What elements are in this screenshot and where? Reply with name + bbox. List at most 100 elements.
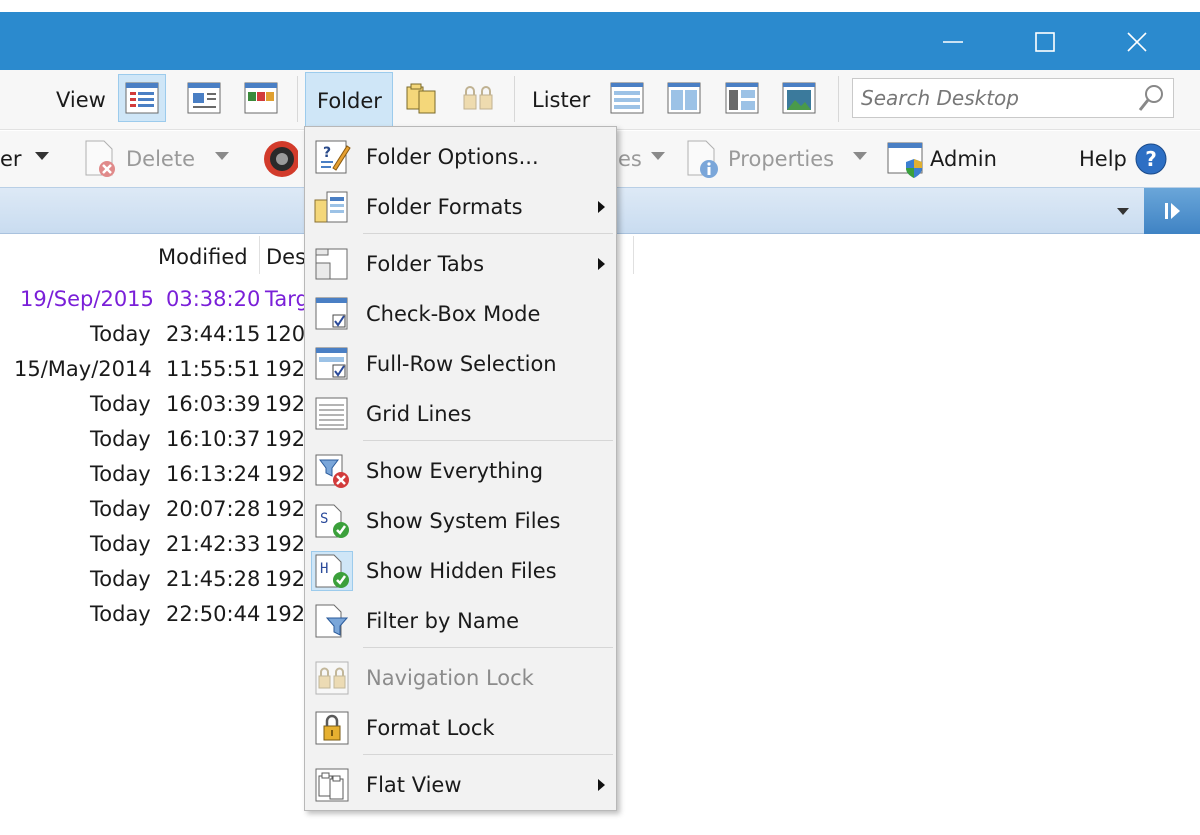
row-description: 192 [265, 532, 306, 556]
svg-text:H: H [320, 561, 328, 577]
properties-dropdown-arrow[interactable] [853, 152, 867, 160]
menu-separator [363, 233, 613, 234]
thumbnails-view-icon [244, 82, 278, 114]
search-box[interactable] [852, 78, 1174, 118]
file-row[interactable]: Today 21:45:28 192 [0, 561, 320, 596]
menu-item-grid-lines[interactable]: Grid Lines [306, 389, 615, 439]
menu-item-label: Grid Lines [366, 402, 472, 426]
delete-dropdown-arrow[interactable] [215, 152, 229, 160]
folder-dropdown-menu: ? Folder Options... Folder Formats Folde… [304, 126, 617, 811]
navigation-lock-toolbar-button[interactable] [454, 74, 502, 122]
column-header-description[interactable]: Des [266, 240, 306, 274]
delete-label: Delete [126, 147, 195, 171]
view-power-button[interactable] [180, 74, 228, 122]
view-thumbnails-button[interactable] [237, 74, 285, 122]
column-separator[interactable] [259, 236, 260, 274]
partial-left-button[interactable]: er [0, 139, 22, 179]
folder-tabs-icon [311, 244, 353, 284]
maximize-button[interactable] [1022, 24, 1068, 60]
file-row[interactable]: Today 16:03:39 192 [0, 386, 320, 421]
properties-label: Properties [728, 147, 835, 171]
lister-single-button[interactable] [603, 74, 651, 122]
close-button[interactable] [1114, 24, 1160, 60]
menu-item-format-lock[interactable]: Format Lock [306, 703, 615, 753]
menu-item-label: Show System Files [366, 509, 561, 533]
row-description: 192 [265, 567, 306, 591]
row-description: 192 [265, 497, 306, 521]
row-time: 16:10:37 [166, 427, 261, 451]
help-button[interactable]: Help ? [1079, 139, 1167, 179]
menu-item-show-system-files[interactable]: S Show System Files [306, 496, 615, 546]
menu-item-folder-options[interactable]: ? Folder Options... [306, 132, 615, 182]
toolbar-separator [514, 76, 515, 122]
file-row[interactable]: 19/Sep/2015 03:38:20 Targ [0, 281, 320, 316]
menu-item-folder-formats[interactable]: Folder Formats [306, 182, 615, 232]
menu-item-flat-view[interactable]: Flat View [306, 760, 615, 810]
folder-menu-button[interactable]: Folder [305, 72, 393, 128]
lister-tree-button[interactable] [718, 74, 766, 122]
navigation-lock-icon [311, 658, 353, 698]
flat-view-icon [311, 765, 353, 805]
view-details-button[interactable] [118, 74, 166, 122]
delete-button[interactable]: Delete [82, 139, 195, 179]
menu-item-label: Full-Row Selection [366, 352, 557, 376]
minimize-button[interactable] [930, 24, 976, 60]
view-label: View [56, 88, 106, 112]
full-row-selection-icon [311, 344, 353, 384]
format-lock-icon [311, 708, 353, 748]
file-row[interactable]: Today 16:10:37 192 [0, 421, 320, 456]
location-dropdown-arrow[interactable] [1117, 208, 1129, 215]
file-row[interactable]: Today 23:44:15 120 [0, 316, 320, 351]
folder-formats-icon [311, 187, 353, 227]
file-row[interactable]: Today 20:07:28 192 [0, 491, 320, 526]
row-date: Today [90, 322, 151, 346]
file-row[interactable]: Today 22:50:44 192 [0, 596, 320, 631]
admin-button[interactable]: Admin [886, 139, 997, 179]
properties-button[interactable]: Properties [684, 139, 834, 179]
menu-item-navigation-lock[interactable]: Navigation Lock [306, 653, 615, 703]
search-icon[interactable] [1137, 83, 1167, 113]
search-input[interactable] [853, 79, 1133, 117]
column-header-modified[interactable]: Modified [158, 240, 248, 274]
menu-item-filter-by-name[interactable]: Filter by Name [306, 596, 615, 646]
partial-middle-button[interactable]: es [618, 139, 642, 179]
row-date: Today [90, 567, 151, 591]
partial-left-dropdown-arrow[interactable] [35, 152, 49, 160]
check-box-mode-icon [311, 294, 353, 334]
row-time: 22:50:44 [166, 602, 261, 626]
partial-left-label: er [0, 147, 22, 171]
row-description: Targ [265, 287, 309, 311]
menu-item-show-hidden-files[interactable]: H Show Hidden Files [306, 546, 615, 596]
delete-icon [85, 140, 115, 177]
row-time: 11:55:51 [166, 357, 261, 381]
lister-dual-button[interactable] [660, 74, 708, 122]
sync-button[interactable] [258, 139, 298, 179]
menu-item-check-box-mode[interactable]: Check-Box Mode [306, 289, 615, 339]
menu-item-label: Show Everything [366, 459, 544, 483]
flat-view-toolbar-button[interactable] [398, 74, 446, 122]
menu-item-full-row-selection[interactable]: Full-Row Selection [306, 339, 615, 389]
column-separator[interactable] [633, 236, 634, 274]
toolbar-separator [297, 76, 298, 122]
row-time: 03:38:20 [166, 287, 261, 311]
location-go-button[interactable] [1144, 188, 1200, 234]
menu-item-label: Folder Options... [366, 145, 539, 169]
row-date: Today [90, 602, 151, 626]
file-row[interactable]: Today 21:42:33 192 [0, 526, 320, 561]
row-time: 20:07:28 [166, 497, 261, 521]
tree-pane-icon [725, 82, 759, 114]
lister-viewer-button[interactable] [775, 74, 823, 122]
file-row[interactable]: 15/May/2014 11:55:51 192 [0, 351, 320, 386]
admin-label: Admin [930, 147, 997, 171]
partial-middle-dropdown-arrow[interactable] [651, 152, 665, 160]
menu-item-label: Show Hidden Files [366, 559, 557, 583]
close-icon [1127, 32, 1147, 52]
row-time: 23:44:15 [166, 322, 261, 346]
single-pane-icon [610, 82, 644, 114]
file-row[interactable]: Today 16:13:24 192 [0, 456, 320, 491]
menu-separator [363, 440, 613, 441]
menu-item-label: Folder Tabs [366, 252, 485, 276]
menu-item-folder-tabs[interactable]: Folder Tabs [306, 239, 615, 289]
menu-item-show-everything[interactable]: Show Everything [306, 446, 615, 496]
folder-menu-label: Folder [317, 89, 382, 113]
